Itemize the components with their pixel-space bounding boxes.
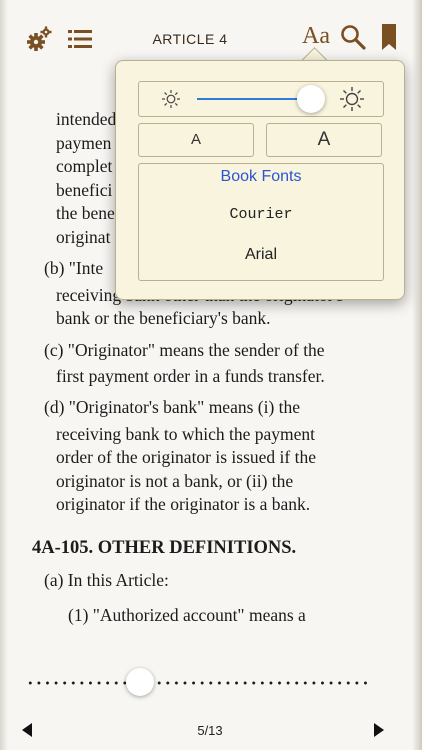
page-scrubber[interactable] — [26, 668, 370, 696]
text-line: bank or the beneficiary's bank. — [56, 308, 271, 328]
text-line: (1) "Authorized account" means a — [68, 605, 306, 625]
previous-page-icon[interactable] — [22, 723, 32, 737]
brightness-slider-thumb[interactable] — [297, 85, 325, 113]
brightness-high-icon — [340, 87, 364, 111]
decrease-font-size-button[interactable]: A — [138, 123, 254, 157]
font-option-courier[interactable]: Courier — [139, 206, 383, 223]
page-indicator: 5/13 — [197, 723, 223, 738]
text-line: paymen — [56, 133, 112, 153]
text-line: (b) "Inte — [44, 258, 104, 278]
text-line: receiving bank to which the payment — [56, 424, 316, 444]
section-heading: 4A-105. OTHER DEFINITIONS. — [32, 538, 297, 558]
text-line: (a) In this Article: — [44, 570, 169, 590]
text-line: originator if the originator is a bank. — [56, 494, 311, 514]
text-line: originat — [56, 227, 111, 247]
increase-font-size-button[interactable]: A — [266, 123, 382, 157]
text-line: (d) "Originator's bank" means (i) the — [44, 397, 301, 417]
text-line: order of the originator is issued if the — [56, 447, 317, 467]
brightness-low-icon — [162, 90, 180, 108]
book-fonts-list: Book Fonts Courier Arial — [138, 163, 384, 281]
text-line: first payment order in a funds transfer. — [56, 366, 325, 386]
font-settings-popover: A A Book Fonts Courier Arial — [115, 60, 405, 300]
brightness-control — [138, 81, 384, 117]
text-line: the bene — [56, 203, 115, 223]
scrubber-thumb[interactable] — [126, 668, 154, 696]
text-line: intended — [56, 109, 117, 129]
next-page-icon[interactable] — [374, 723, 384, 737]
font-option-arial[interactable]: Arial — [139, 246, 383, 264]
text-line: (c) "Originator" means the sender of the — [44, 340, 325, 360]
scrubber-track — [26, 681, 370, 685]
text-line: benefici — [56, 180, 113, 200]
text-line: originator is not a bank, or (ii) the — [56, 471, 294, 491]
book-fonts-option[interactable]: Book Fonts — [139, 168, 383, 186]
text-line: complet — [56, 156, 113, 176]
